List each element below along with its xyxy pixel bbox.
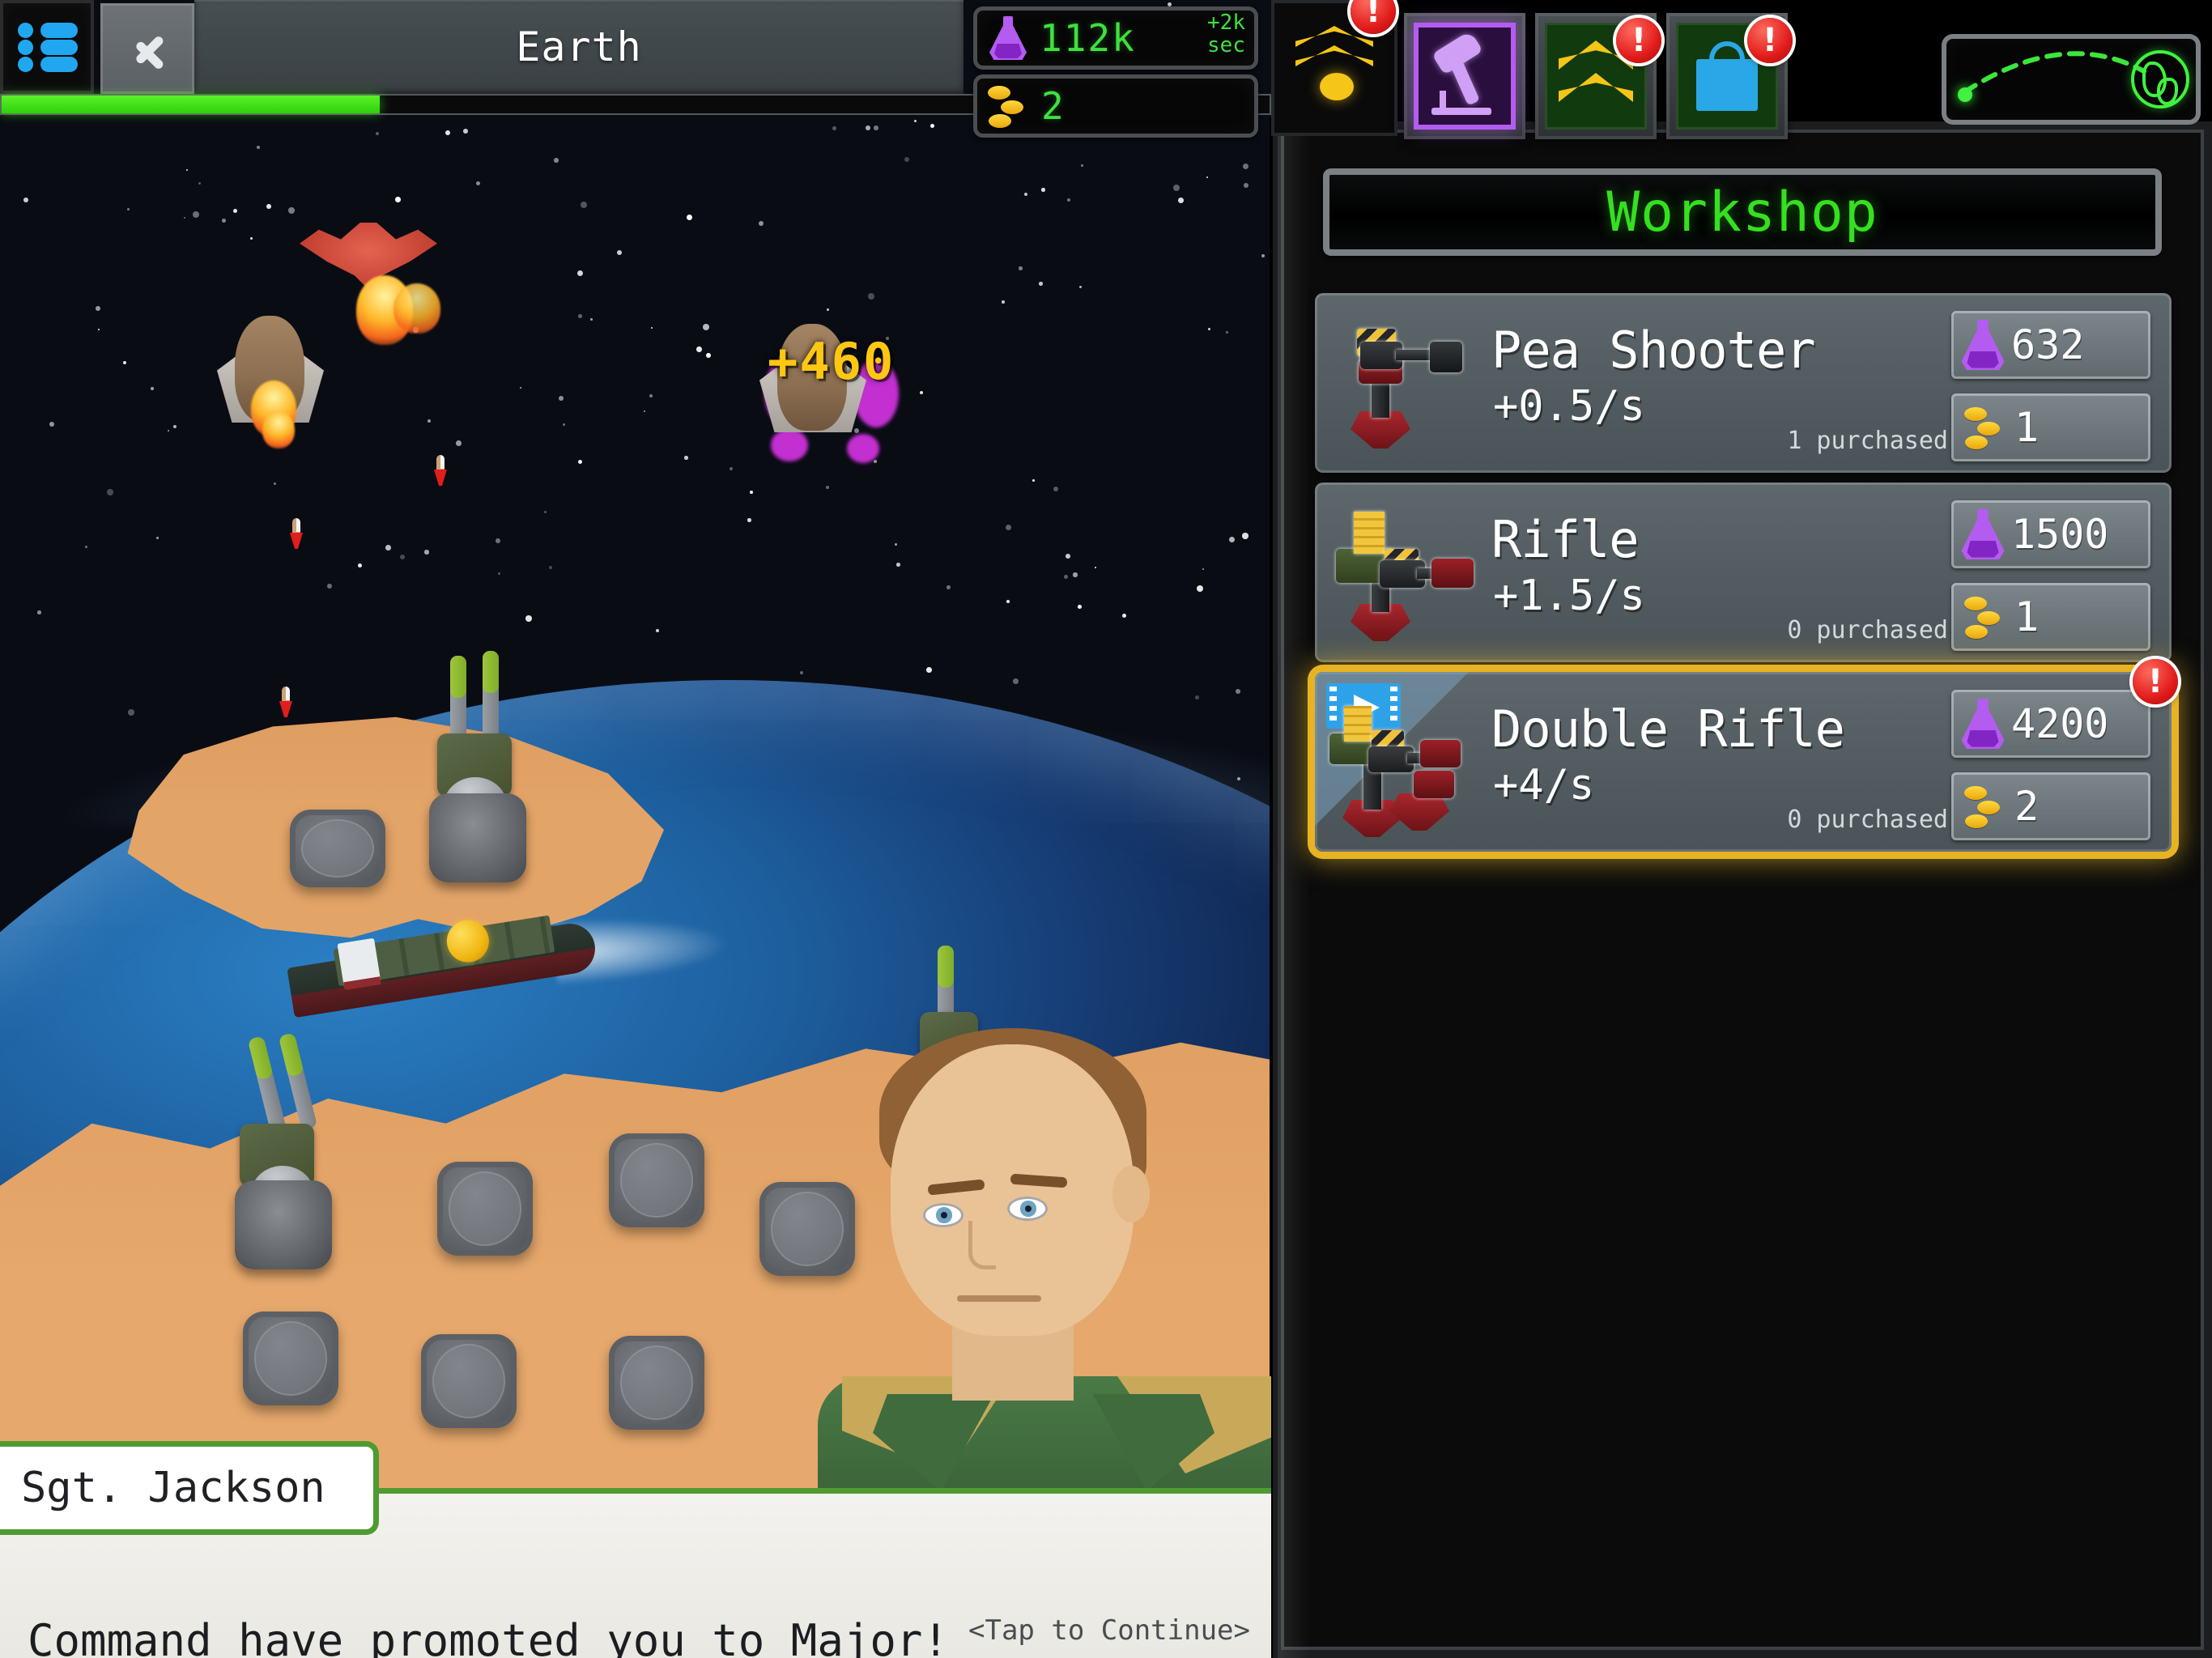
gold-price[interactable]: 1 [1951, 393, 2150, 461]
build-platform[interactable] [290, 810, 385, 887]
item-purchased-count: 0 purchased [1787, 616, 1948, 644]
item-rate: +0.5/s [1493, 382, 1645, 431]
build-platform[interactable] [437, 1162, 533, 1256]
item-name: Pea Shooter [1491, 321, 1816, 380]
gold-price-value: 1 [2014, 404, 2040, 451]
resource-readouts: 112k +2k sec 2 [973, 3, 1258, 139]
dialogue-speaker-name: Sgt. Jackson [21, 1464, 325, 1512]
trajectory-radar[interactable] [1942, 34, 2201, 125]
game-scene[interactable]: +460 [0, 0, 1271, 1658]
gold-price-value: 1 [2014, 593, 2040, 640]
coins-icon [1964, 595, 2005, 639]
item-name: Double Rifle [1491, 699, 1845, 759]
creature-flame-2 [393, 283, 440, 334]
planet-title-text: Earth [516, 23, 642, 70]
planet-icon [2131, 50, 2189, 108]
dialogue-text: Command have promoted you to Major! [28, 1615, 949, 1658]
chevron-left-icon [133, 31, 165, 66]
hammer-icon [1430, 30, 1499, 115]
research-rate: +2k sec [1207, 11, 1245, 57]
back-button[interactable] [100, 3, 194, 94]
projectile [434, 455, 447, 487]
flask-icon [989, 16, 1027, 60]
build-platform[interactable] [609, 1133, 704, 1227]
gold-price-value: 2 [2014, 783, 2040, 830]
pea-shooter-icon [1336, 314, 1478, 452]
item-purchased-count: 1 purchased [1787, 427, 1948, 455]
xp-progress-fill [2, 96, 380, 113]
research-price[interactable]: 1500 [1951, 500, 2150, 568]
alert-badge-double-rifle[interactable]: ! [2133, 659, 2178, 704]
character-portrait [810, 1028, 1271, 1506]
research-price-value: 632 [2011, 321, 2085, 368]
research-readout[interactable]: 112k +2k sec [973, 6, 1258, 70]
tap-to-continue-hint[interactable]: <Tap to Continue> [968, 1614, 1250, 1647]
double-rifle-icon [1329, 693, 1478, 837]
ship-marker-icon [1958, 87, 1972, 102]
game-screen: +460 Earth 112k +2k sec 2 ! ! ! Workshop… [0, 0, 2212, 1658]
research-price[interactable]: 4200 [1951, 690, 2150, 758]
panel-edge-sheen [1278, 121, 1310, 1658]
research-value: 112k [1040, 16, 1136, 60]
tab-workshop[interactable] [1404, 13, 1525, 139]
panel-title-text: Workshop [1606, 180, 1878, 244]
menu-button[interactable] [0, 0, 94, 94]
research-rate-amount: +2k [1207, 11, 1245, 35]
alert-badge-upgrades[interactable]: ! [1616, 18, 1661, 63]
flask-icon [1961, 508, 2005, 560]
rifle-icon [1336, 504, 1478, 641]
gold-value: 2 [1041, 84, 1066, 128]
workshop-item-double-rifle[interactable]: Double Rifle +4/s 0 purchased 4200 ! 2 [1315, 659, 2178, 852]
page-title: Earth [194, 0, 963, 94]
item-name: Rifle [1491, 510, 1640, 569]
tab-bar: ! ! ! [1271, 0, 1793, 139]
research-price-value: 4200 [2011, 700, 2109, 747]
build-platform[interactable] [421, 1334, 517, 1428]
build-platform[interactable] [243, 1312, 338, 1405]
dialogue-speaker-plate: Sgt. Jackson [0, 1441, 379, 1535]
workshop-item-list: Pea Shooter +0.5/s 1 purchased 632 1 Rif… [1315, 293, 2178, 861]
flask-icon [1961, 698, 2005, 750]
research-rate-unit: sec [1207, 33, 1245, 57]
list-menu-icon [18, 23, 78, 72]
coins-icon [988, 84, 1028, 128]
research-price[interactable]: 632 [1951, 311, 2150, 379]
shopping-bag-icon [1696, 41, 1758, 111]
panel-title: Workshop [1323, 168, 2162, 256]
workshop-item-rifle[interactable]: Rifle +1.5/s 0 purchased 1500 1 [1315, 483, 2172, 662]
dialogue-box[interactable]: Command have promoted you to Major! <Tap… [0, 1441, 1271, 1658]
gold-price[interactable]: 1 [1951, 583, 2150, 651]
projectile [279, 687, 292, 719]
projectile [290, 518, 303, 551]
workshop-item-pea-shooter[interactable]: Pea Shooter +0.5/s 1 purchased 632 1 [1315, 293, 2172, 473]
workshop-panel: Workshop Pea Shooter +0.5/s 1 purchased [1273, 121, 2212, 1658]
gold-readout[interactable]: 2 [973, 74, 1258, 138]
item-rate: +1.5/s [1493, 572, 1645, 620]
coins-icon [1964, 784, 2005, 828]
coins-icon [1964, 406, 2005, 449]
build-platform[interactable] [609, 1336, 704, 1430]
alert-badge-shop[interactable]: ! [1747, 18, 1793, 63]
research-price-value: 1500 [2011, 511, 2109, 558]
flask-icon [1961, 319, 2005, 371]
score-popup: +460 [768, 332, 895, 391]
rank-chevrons-icon [1295, 26, 1373, 110]
item-rate: +4/s [1493, 761, 1595, 810]
item-purchased-count: 0 purchased [1787, 806, 1948, 834]
gold-price[interactable]: 2 [1951, 772, 2150, 840]
